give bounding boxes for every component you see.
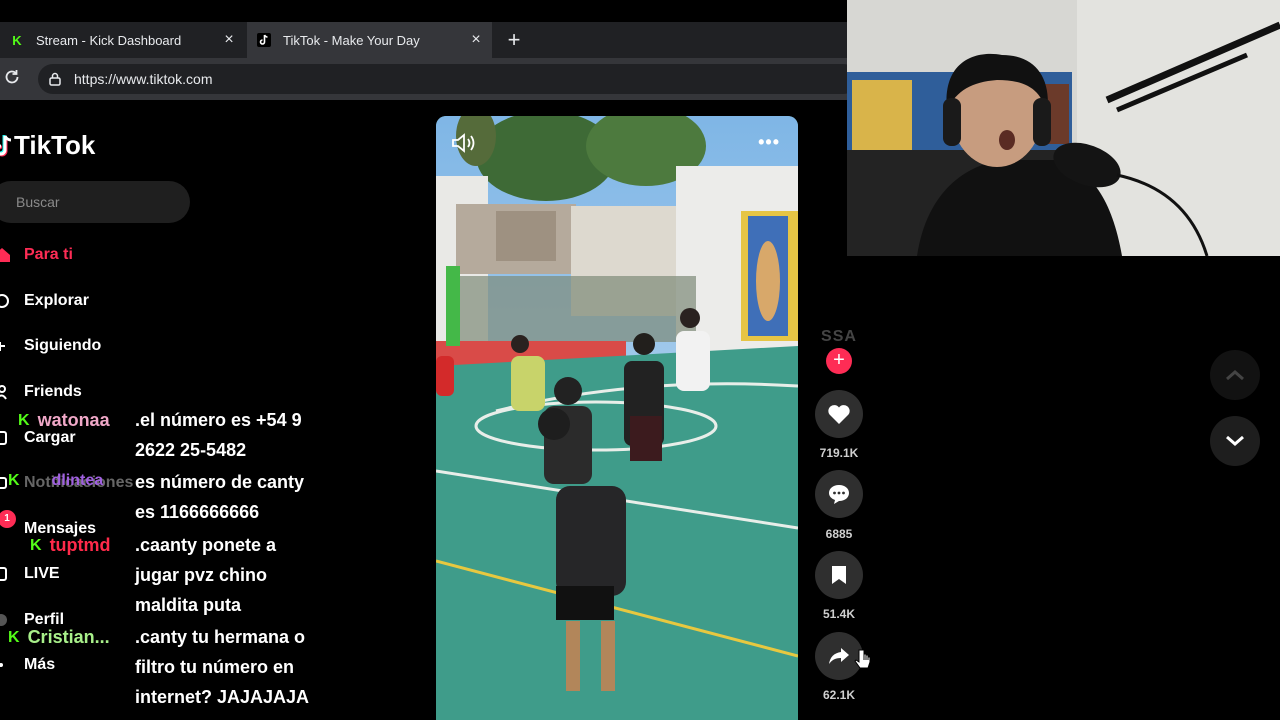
save-button[interactable] [815, 551, 863, 599]
heart-icon [828, 405, 850, 424]
new-tab-button[interactable]: + [502, 26, 526, 54]
comment-icon [829, 485, 849, 504]
save-count: 51.4K [822, 607, 856, 621]
upload-icon [0, 430, 10, 446]
chevron-up-icon [1226, 370, 1244, 381]
chat-username: K tuptmd [30, 535, 111, 556]
kick-favicon-icon: K [12, 32, 22, 48]
chevron-down-icon [1226, 435, 1244, 446]
streamer-camera-image [847, 0, 1280, 256]
chat-message-line: es 1166666666 [135, 502, 260, 522]
nav-label: Más [24, 656, 56, 673]
chat-user-name: Cristian... [27, 627, 110, 647]
share-arrow-icon [829, 648, 849, 664]
previous-video-button[interactable] [1210, 350, 1260, 400]
nav-label: Siguiendo [24, 337, 102, 354]
tiktok-favicon-icon [257, 33, 271, 47]
url-text: https://www.tiktok.com [74, 71, 213, 87]
next-video-button[interactable] [1210, 416, 1260, 466]
avatar-icon [0, 612, 10, 628]
nav-label: Para ti [24, 246, 73, 263]
tab-tiktok[interactable]: TikTok - Make Your Day × [247, 22, 492, 58]
chat-message-line: jugar pvz chino [135, 565, 268, 585]
close-tab-icon[interactable]: × [466, 31, 486, 49]
home-icon [0, 247, 10, 263]
nav-siguiendo[interactable]: Siguiendo [0, 334, 101, 358]
share-count: 62.1K [822, 688, 856, 702]
address-bar[interactable]: https://www.tiktok.com [38, 64, 847, 94]
speaker-icon[interactable] [450, 132, 476, 154]
chat-message-line: .el número es +54 9 [135, 410, 302, 430]
more-options-icon[interactable]: ••• [758, 132, 780, 153]
tab-kick-dashboard[interactable]: K Stream - Kick Dashboard × [0, 22, 245, 58]
comment-count: 6885 [825, 527, 853, 541]
chat-username: K dlintea [8, 472, 103, 490]
nav-explorar[interactable]: Explorar [0, 289, 89, 313]
compass-icon [0, 293, 10, 309]
nav-mas[interactable]: Más [0, 653, 55, 677]
bookmark-icon [832, 566, 846, 584]
lock-icon[interactable] [48, 72, 62, 86]
chat-message-line: es número de canty [135, 472, 305, 492]
reload-icon[interactable] [2, 68, 22, 88]
browser-toolbar: https://www.tiktok.com [0, 58, 847, 100]
comment-button[interactable] [815, 470, 863, 518]
live-icon [0, 566, 10, 582]
more-icon [0, 657, 10, 673]
nav-label: Friends [24, 383, 82, 400]
kick-badge-icon: K [30, 536, 42, 554]
screen: K Stream - Kick Dashboard × TikTok - Mak… [0, 0, 1280, 720]
search-input[interactable]: Buscar [0, 181, 190, 223]
nav-label: Cargar [24, 429, 76, 446]
nav-live[interactable]: LIVE [0, 562, 60, 586]
browser-window: K Stream - Kick Dashboard × TikTok - Mak… [0, 0, 847, 720]
tiktok-logo[interactable]: TikTok [0, 130, 95, 161]
close-tab-icon[interactable]: × [219, 31, 239, 49]
video-frame [436, 116, 798, 720]
nav-friends[interactable]: Friends [0, 380, 82, 404]
kick-badge-icon: K [8, 628, 20, 646]
chat-username: K watonaa [18, 410, 110, 431]
tab-title: Stream - Kick Dashboard [36, 32, 182, 48]
following-icon [0, 338, 10, 354]
chat-username: K Cristian... [8, 627, 110, 648]
chat-user-name: dlintea [51, 472, 104, 489]
logo-text: TikTok [14, 130, 96, 160]
chat-message-line: .canty tu hermana o [135, 627, 306, 647]
chat-message-line: 2622 25-5482 [135, 440, 247, 460]
chat-message-line: .caanty ponete a [135, 535, 277, 555]
chat-user-name: watonaa [37, 410, 110, 430]
nav-label: LIVE [24, 565, 60, 582]
chat-message-line: internet? JAJAJAJA [135, 687, 310, 707]
chat-message-line: filtro tu número en [135, 657, 294, 677]
follow-button[interactable]: + [826, 348, 852, 374]
video-player[interactable]: ••• [436, 116, 798, 720]
nav-label: Explorar [24, 292, 89, 309]
like-button[interactable] [815, 390, 863, 438]
like-count: 719.1K [819, 446, 859, 460]
mouse-cursor-icon [853, 648, 873, 677]
webcam-feed [847, 0, 1280, 256]
nav-para-ti[interactable]: Para ti [0, 243, 73, 267]
chat-message-line: maldita puta [135, 595, 242, 615]
tiktok-note-icon [0, 134, 12, 156]
tab-strip: K Stream - Kick Dashboard × TikTok - Mak… [0, 0, 847, 58]
kick-badge-icon: K [18, 411, 30, 429]
friends-icon [0, 384, 10, 400]
tab-title: TikTok - Make Your Day [283, 32, 420, 48]
chat-user-name: tuptmd [49, 535, 111, 555]
kick-badge-icon: K [8, 472, 20, 489]
